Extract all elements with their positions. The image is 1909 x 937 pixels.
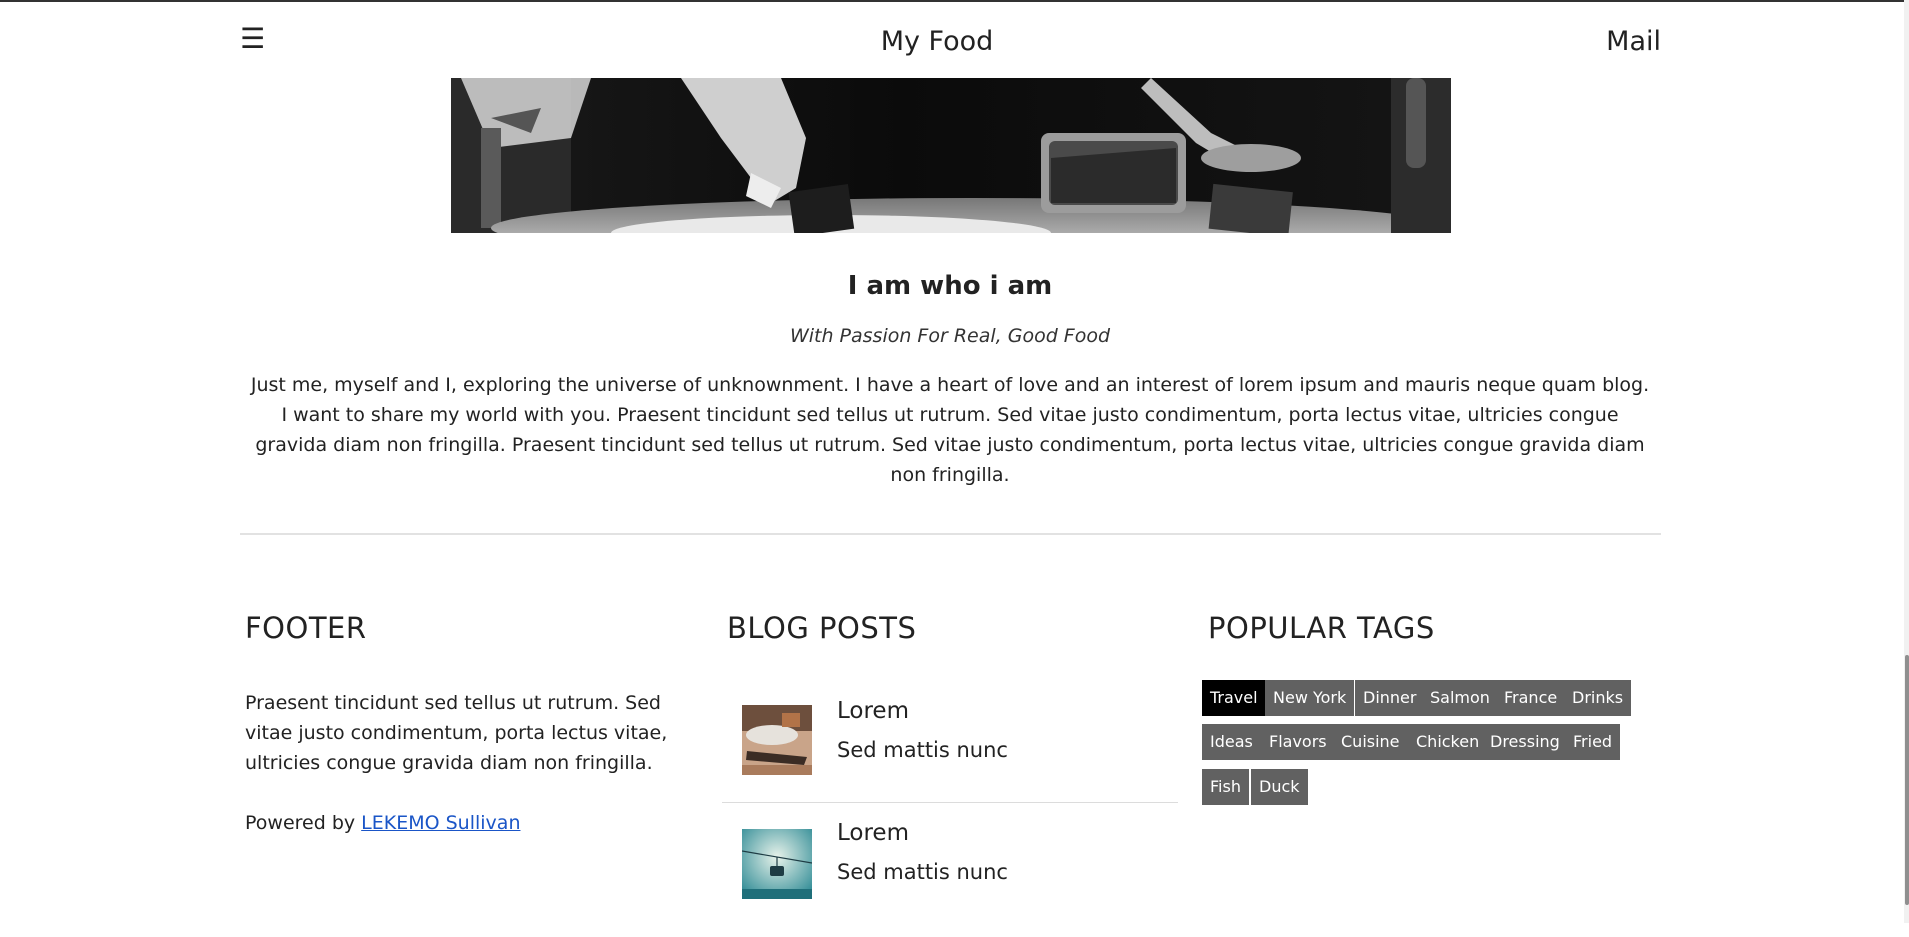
section-divider — [240, 533, 1661, 535]
tag-salmon[interactable]: Salmon — [1422, 680, 1498, 716]
footer-title: FOOTER — [245, 611, 367, 645]
food-table-thumbnail — [742, 705, 812, 775]
hero-photo-food-prep — [451, 78, 1451, 233]
tag-cuisine[interactable]: Cuisine — [1333, 724, 1408, 760]
blog-post-title[interactable]: Lorem — [837, 817, 909, 849]
powered-by: Powered by LEKEMO Sullivan — [245, 808, 520, 838]
blog-post-item[interactable]: Lorem Sed mattis nunc — [722, 817, 1178, 937]
blog-post-subtitle: Sed mattis nunc — [837, 860, 1008, 884]
hero-image — [451, 78, 1451, 233]
tag-fried[interactable]: Fried — [1565, 724, 1621, 760]
blog-post-item[interactable]: Lorem Sed mattis nunc — [722, 695, 1178, 815]
tag-drinks[interactable]: Drinks — [1564, 680, 1632, 716]
site-title[interactable]: My Food — [0, 24, 1874, 60]
top-navbar: ☰ My Food Mail — [0, 2, 1909, 78]
tag-france[interactable]: France — [1496, 680, 1566, 716]
about-tagline: With Passion For Real, Good Food — [789, 325, 1111, 347]
popular-tags-title: POPULAR TAGS — [1208, 611, 1435, 645]
blog-post-title[interactable]: Lorem — [837, 695, 909, 727]
blog-post-thumbnail[interactable] — [742, 705, 812, 775]
tag-duck[interactable]: Duck — [1251, 769, 1308, 805]
tag-travel[interactable]: Travel — [1202, 680, 1266, 716]
powered-by-label: Powered by — [245, 812, 362, 834]
about-heading: I am who i am — [847, 271, 1053, 301]
tag-chicken[interactable]: Chicken — [1408, 724, 1488, 760]
tag-ideas[interactable]: Ideas — [1202, 724, 1261, 760]
about-section: I am who i am With Passion For Real, Goo… — [240, 260, 1660, 490]
blog-post-subtitle: Sed mattis nunc — [837, 738, 1008, 762]
page-scrollbar[interactable] — [1904, 0, 1909, 923]
tag-fish[interactable]: Fish — [1202, 769, 1249, 805]
blog-post-separator — [722, 802, 1178, 803]
blog-posts-title: BLOG POSTS — [727, 611, 917, 645]
tag-dressing[interactable]: Dressing — [1482, 724, 1568, 760]
tag-dinner[interactable]: Dinner — [1355, 680, 1425, 716]
tag-flavors[interactable]: Flavors — [1261, 724, 1335, 760]
powered-by-link[interactable]: LEKEMO Sullivan — [361, 812, 520, 834]
blog-post-thumbnail[interactable] — [742, 829, 812, 899]
mail-link[interactable]: Mail — [1606, 24, 1661, 60]
footer-text: Praesent tincidunt sed tellus ut rutrum.… — [245, 692, 668, 774]
scrollbar-thumb[interactable] — [1905, 655, 1909, 905]
cable-car-thumbnail — [742, 829, 812, 899]
tag-new-york[interactable]: New York — [1265, 680, 1355, 716]
about-bio: Just me, myself and I, exploring the uni… — [250, 374, 1650, 486]
